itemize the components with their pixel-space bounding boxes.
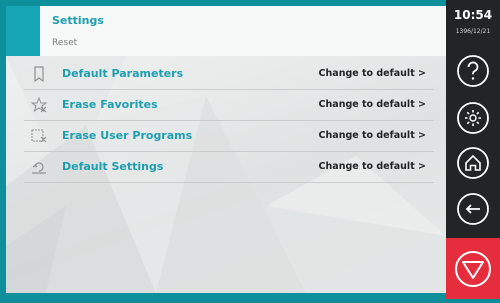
- row-label: Default Parameters: [62, 67, 184, 80]
- row-erase-favorites[interactable]: Erase Favorites Change to default >: [24, 90, 434, 121]
- clock-date: 1396/12/21: [455, 28, 491, 35]
- back-button[interactable]: [455, 191, 491, 227]
- home-icon: [457, 147, 489, 179]
- header-accent: [6, 6, 40, 56]
- row-default-settings[interactable]: Default Settings Change to default >: [24, 152, 434, 183]
- help-button[interactable]: [455, 53, 491, 89]
- page-header: Settings Reset: [6, 6, 446, 56]
- stop-button[interactable]: [446, 238, 500, 299]
- change-to-default-button[interactable]: Change to default >: [319, 68, 426, 79]
- row-label: Erase User Programs: [62, 129, 193, 142]
- erase-programs-icon: [30, 128, 48, 144]
- row-erase-user-programs[interactable]: Erase User Programs Change to default >: [24, 121, 434, 152]
- home-button[interactable]: [455, 145, 491, 181]
- bookmark-icon: [30, 66, 48, 83]
- clock-time: 10:54: [453, 8, 493, 22]
- erase-star-icon: [30, 96, 48, 113]
- row-label: Erase Favorites: [62, 98, 158, 111]
- back-icon: [457, 193, 489, 225]
- change-to-default-button[interactable]: Change to default >: [319, 130, 426, 141]
- change-to-default-button[interactable]: Change to default >: [319, 161, 426, 172]
- gear-icon: [457, 102, 489, 134]
- change-to-default-button[interactable]: Change to default >: [319, 99, 426, 110]
- stop-icon: [455, 251, 491, 287]
- help-icon: [457, 55, 489, 87]
- page-subtitle: Reset: [52, 38, 78, 48]
- row-default-parameters[interactable]: Default Parameters Change to default >: [24, 59, 434, 90]
- reset-settings-icon: [30, 159, 48, 175]
- settings-button[interactable]: [455, 100, 491, 136]
- page-title: Settings: [52, 14, 104, 27]
- row-label: Default Settings: [62, 160, 164, 173]
- settings-panel: Settings Reset Default Parameters Change…: [6, 6, 446, 293]
